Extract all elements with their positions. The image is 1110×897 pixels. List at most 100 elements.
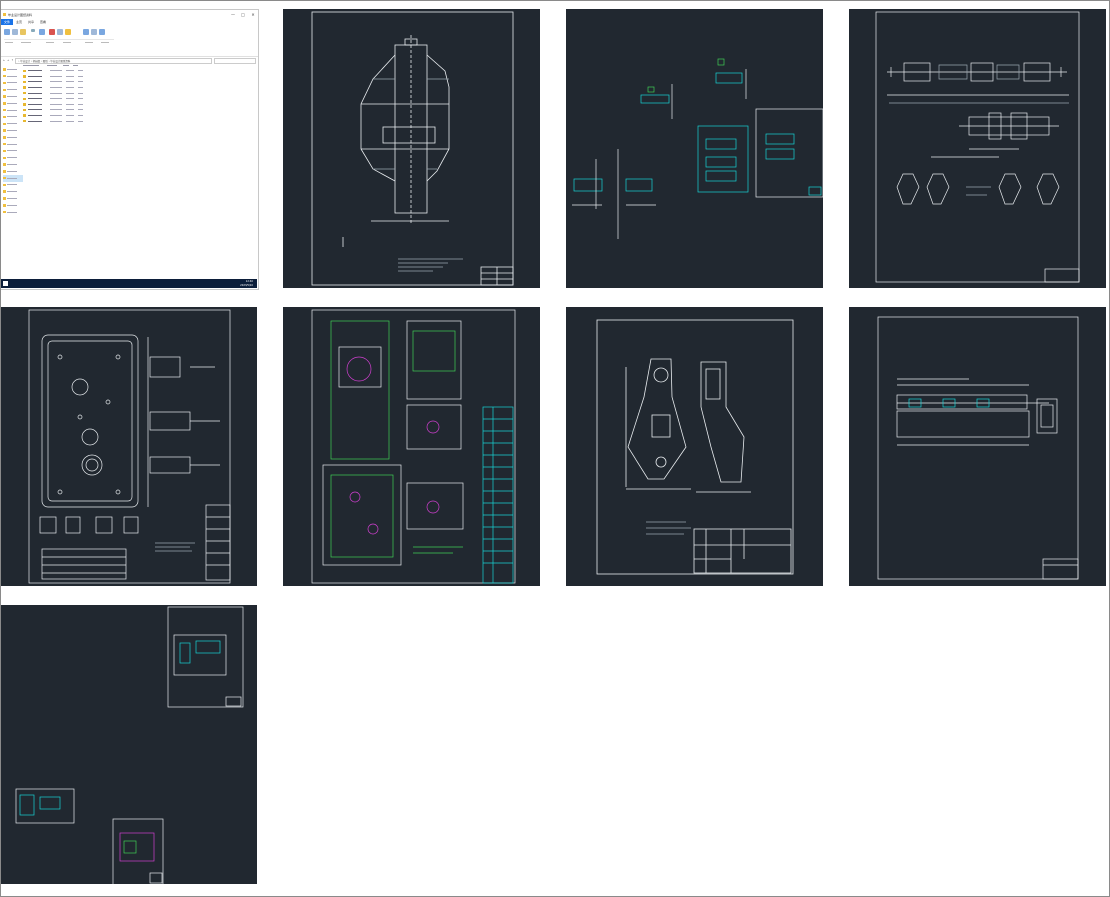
- paste-icon[interactable]: [20, 29, 26, 35]
- file-row-cell: [27, 115, 42, 117]
- start-icon[interactable]: [3, 281, 8, 286]
- folder-icon: [3, 81, 6, 85]
- new-folder-icon[interactable]: [65, 29, 71, 35]
- drawing-thumbnail-gearbox-plan[interactable]: [0, 307, 257, 586]
- nav-item[interactable]: [3, 168, 23, 175]
- nav-item-label: [6, 109, 17, 111]
- nav-item-label: [6, 136, 17, 138]
- file-row-cell: [49, 103, 62, 105]
- nav-item[interactable]: [3, 93, 23, 100]
- file-icon: [23, 75, 26, 78]
- file-explorer-window: 毕业设计图纸资料 — □ ✕ 文件 主页 共享 查看 ← → ↑ › 毕业设计 …: [0, 9, 259, 290]
- explorer-title-bar: 毕业设计图纸资料 — □ ✕: [1, 10, 258, 19]
- nav-item-label: [6, 184, 17, 186]
- file-row-cell: [65, 75, 74, 77]
- drawing-thumbnail-bracket-part[interactable]: [566, 307, 823, 586]
- explorer-title: 毕业设计图纸资料: [8, 12, 33, 17]
- drawing-thumbnail-screw-assembly[interactable]: [849, 9, 1106, 288]
- back-arrow-icon[interactable]: ←: [3, 59, 5, 62]
- nav-item-label: [6, 75, 17, 77]
- file-row-cell: [65, 109, 74, 111]
- up-arrow-icon[interactable]: ↑: [11, 59, 13, 62]
- file-row-cell: [27, 87, 42, 89]
- navigation-pane: [3, 66, 23, 216]
- nav-item-label: [6, 130, 17, 132]
- nav-item[interactable]: [3, 127, 23, 134]
- file-row[interactable]: [23, 118, 123, 124]
- nav-item[interactable]: [3, 148, 23, 155]
- nav-item[interactable]: [3, 134, 23, 141]
- folder-icon: [3, 149, 6, 153]
- file-row-cell: [27, 103, 42, 105]
- select-all-icon[interactable]: [99, 29, 105, 35]
- drawing-thumbnail-assembly[interactable]: [283, 307, 540, 586]
- drawing-thumbnail-scattered-parts[interactable]: [566, 9, 823, 288]
- nav-item[interactable]: [3, 154, 23, 161]
- nav-item[interactable]: [3, 174, 23, 182]
- nav-item[interactable]: [3, 100, 23, 107]
- folder-icon: [3, 129, 6, 132]
- pin-icon[interactable]: [4, 29, 10, 35]
- drawing-thumbnail-long-assembly[interactable]: [849, 307, 1106, 586]
- folder-icon: [3, 210, 6, 214]
- delete-icon[interactable]: [49, 29, 55, 35]
- minimize-button[interactable]: —: [228, 12, 238, 17]
- nav-item[interactable]: [3, 195, 23, 202]
- nav-item-label: [6, 143, 17, 145]
- forward-arrow-icon[interactable]: →: [7, 59, 9, 62]
- nav-item[interactable]: [3, 202, 23, 209]
- file-row-cell: [49, 109, 62, 111]
- folder-icon: [3, 176, 6, 180]
- folder-icon: [3, 102, 6, 105]
- maximize-button[interactable]: □: [238, 12, 248, 17]
- file-icon: [23, 119, 26, 123]
- file-row-cell: [65, 120, 74, 122]
- nav-item[interactable]: [3, 209, 23, 216]
- nav-item[interactable]: [3, 161, 23, 168]
- properties-icon[interactable]: [83, 29, 89, 35]
- copy-icon[interactable]: [12, 29, 18, 35]
- tab-share[interactable]: 共享: [25, 20, 37, 24]
- cut-icon[interactable]: [31, 29, 35, 32]
- nav-item-label: [6, 68, 17, 70]
- file-row-cell: [65, 70, 74, 72]
- tab-view[interactable]: 查看: [37, 20, 49, 24]
- folder-icon: [3, 74, 6, 78]
- folder-icon: [3, 13, 6, 16]
- nav-item[interactable]: [3, 114, 23, 121]
- nav-item[interactable]: [3, 73, 23, 80]
- drawing-thumbnail-housing-section[interactable]: [283, 9, 540, 288]
- nav-item-label: [6, 157, 17, 159]
- file-icon: [23, 108, 26, 112]
- nav-item[interactable]: [3, 188, 23, 195]
- nav-item[interactable]: [3, 66, 23, 73]
- file-row-cell: [49, 81, 62, 83]
- nav-item-label: [6, 198, 17, 200]
- file-row-cell: [27, 98, 42, 100]
- move-icon[interactable]: [39, 29, 45, 35]
- search-input[interactable]: [214, 57, 256, 64]
- nav-item[interactable]: [3, 141, 23, 148]
- file-row-cell: [49, 92, 62, 94]
- nav-item[interactable]: [3, 120, 23, 127]
- nav-item-label: [6, 204, 17, 206]
- nav-item[interactable]: [3, 107, 23, 114]
- nav-item[interactable]: [3, 182, 23, 189]
- folder-icon: [3, 136, 6, 139]
- folder-icon: [3, 170, 6, 173]
- tab-home[interactable]: 主页: [13, 20, 25, 24]
- folder-icon: [3, 108, 6, 112]
- file-icon: [23, 69, 26, 73]
- open-icon[interactable]: [91, 29, 97, 35]
- file-row-cell: [77, 70, 83, 72]
- rename-icon[interactable]: [57, 29, 63, 35]
- file-row-cell: [77, 92, 83, 94]
- nav-item[interactable]: [3, 86, 23, 93]
- nav-item[interactable]: [3, 80, 23, 87]
- folder-icon: [3, 142, 6, 146]
- folder-icon: [3, 204, 6, 207]
- file-row-cell: [65, 81, 74, 83]
- close-button[interactable]: ✕: [248, 12, 258, 17]
- drawing-thumbnail-mixed-layout[interactable]: [0, 605, 257, 884]
- file-row-cell: [49, 75, 62, 77]
